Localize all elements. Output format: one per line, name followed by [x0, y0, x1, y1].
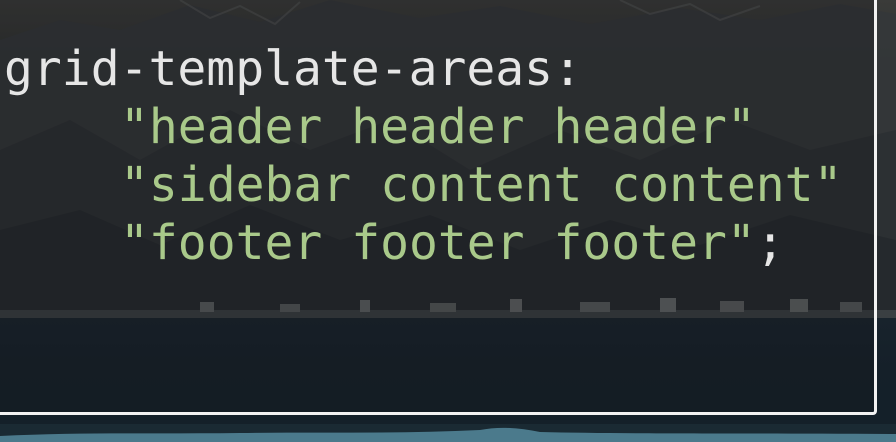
grid-area-row-2: "sidebar content content"	[120, 157, 843, 213]
code-line-row-2: "sidebar content content"	[4, 156, 842, 214]
code-line-row-1: "header header header"	[4, 98, 842, 156]
grid-area-row-1: "header header header"	[120, 99, 756, 155]
semicolon: ;	[755, 215, 785, 271]
colon: :	[553, 41, 582, 97]
code-line-property: grid-template-areas:	[4, 40, 842, 98]
code-line-row-3: "footer footer footer";	[4, 214, 842, 272]
video-frame: grid-template-areas: "header header heade…	[0, 0, 896, 442]
grid-area-row-3: "footer footer footer"	[120, 215, 756, 271]
code-block: grid-template-areas: "header header heade…	[4, 40, 842, 272]
css-property-name: grid-template-areas	[4, 41, 554, 97]
bottom-wave-strip	[0, 424, 896, 442]
